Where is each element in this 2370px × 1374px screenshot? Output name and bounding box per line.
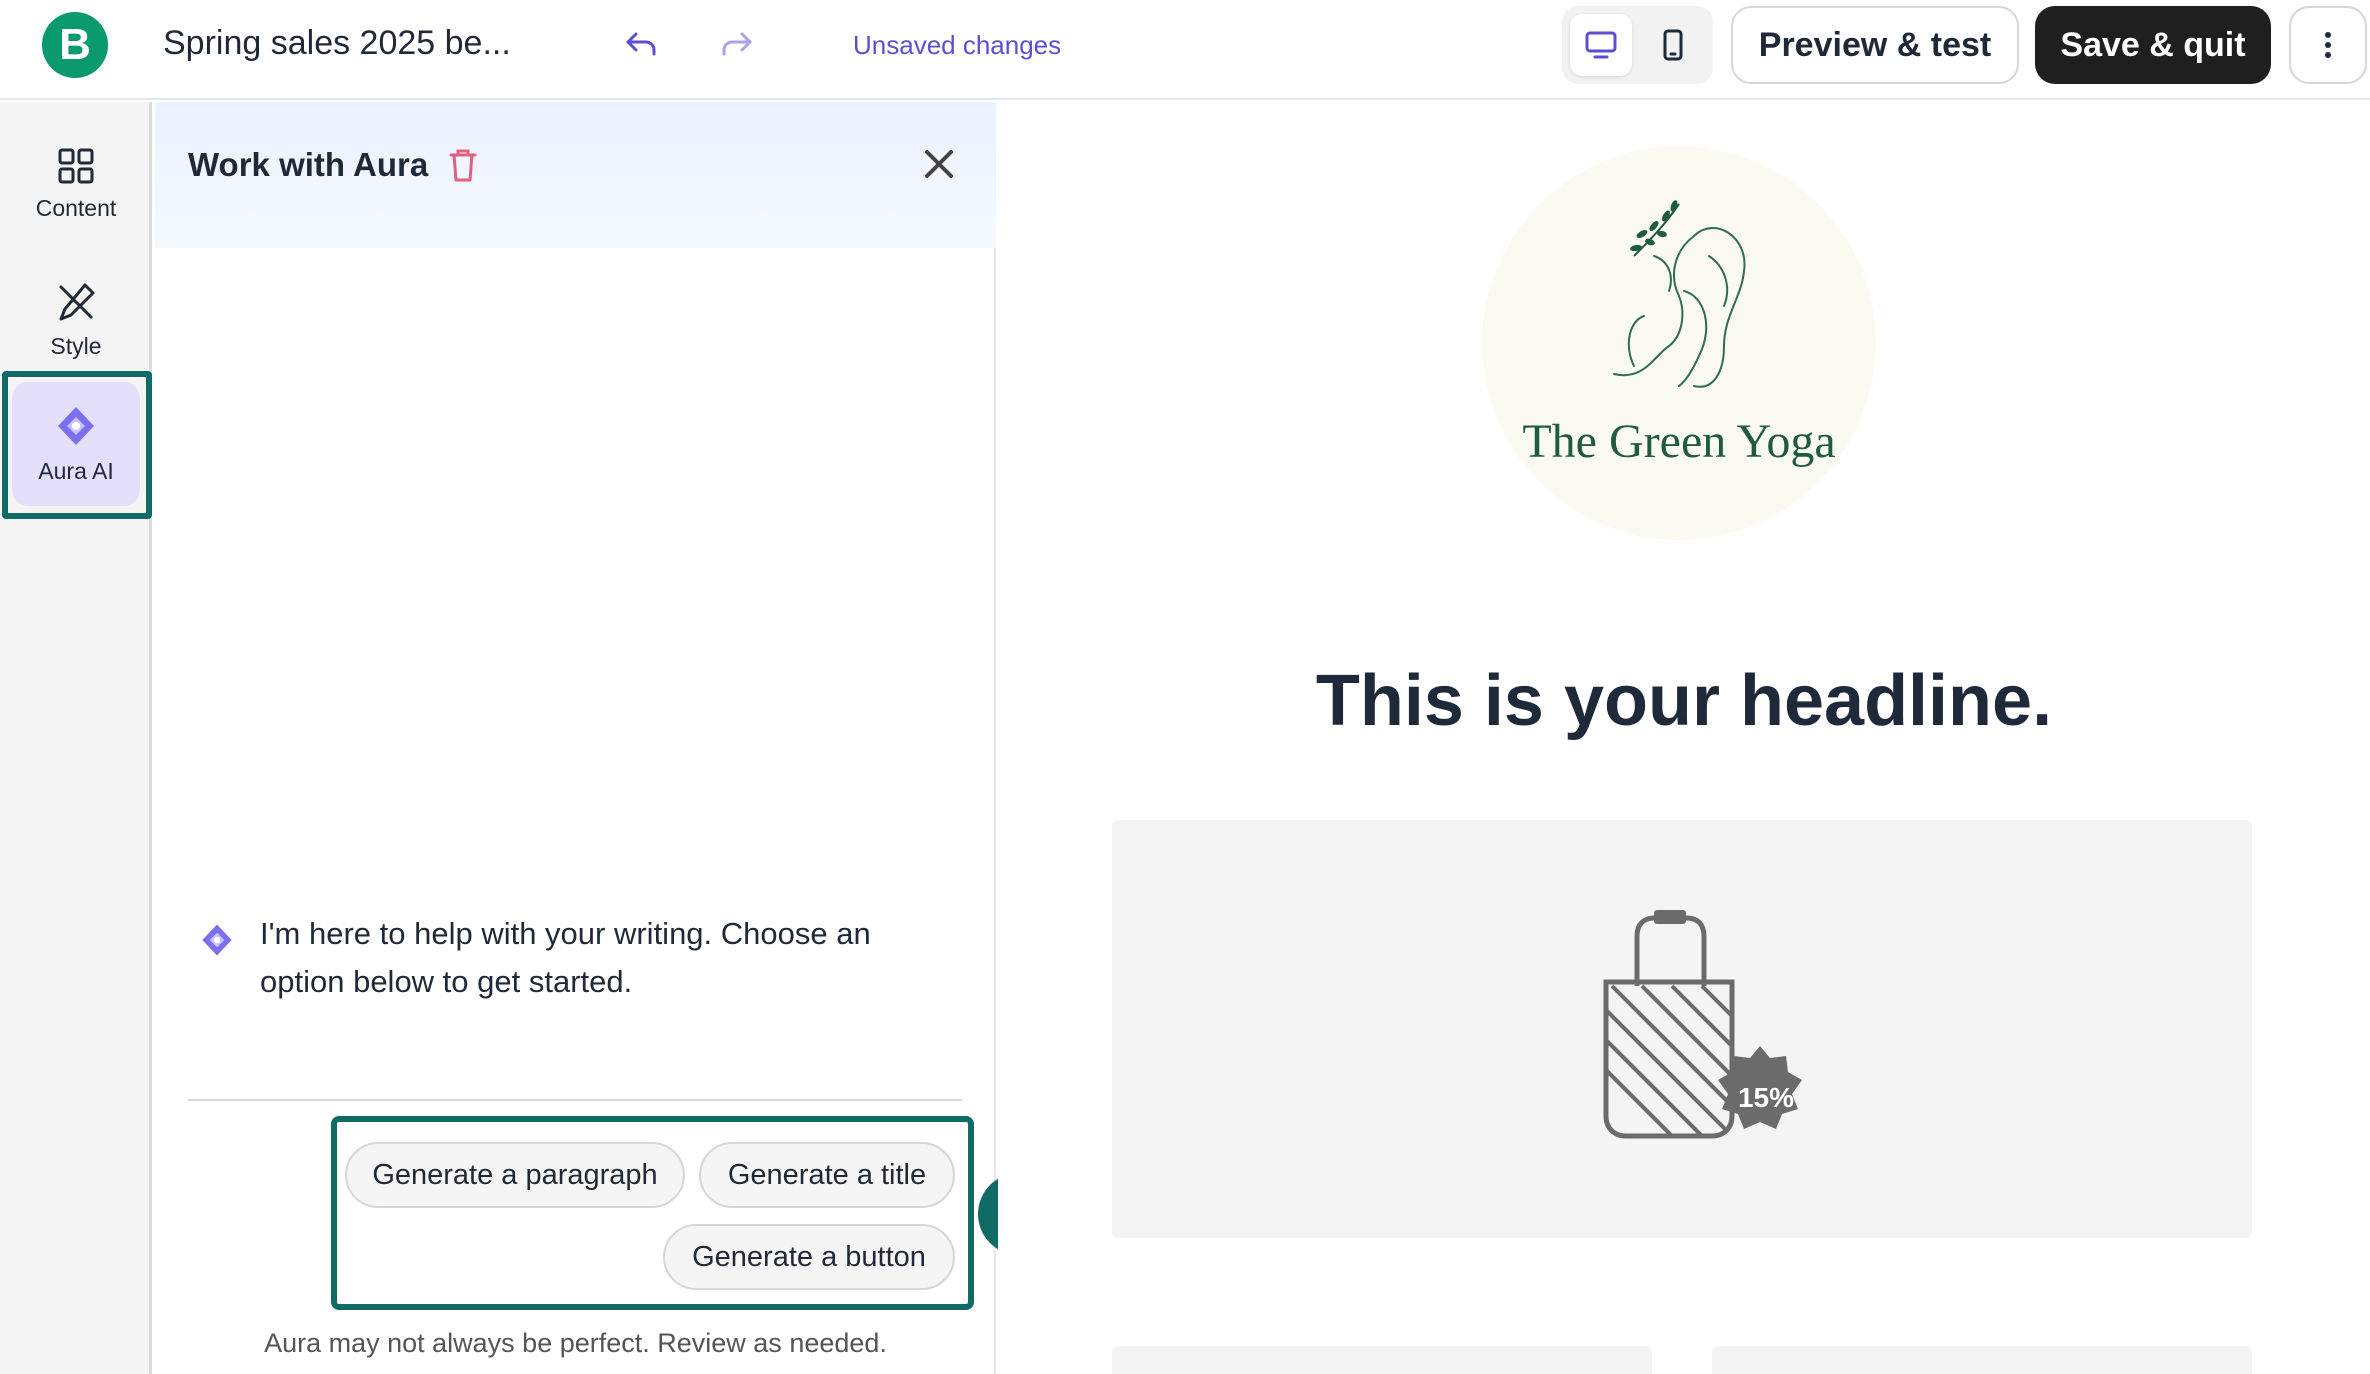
aura-sparkle-icon — [199, 922, 235, 958]
aura-panel-header: Work with Aura — [155, 102, 996, 248]
unsaved-status: Unsaved changes — [853, 30, 1062, 60]
left-rail: Content Style Aura AI — [0, 102, 152, 1374]
brevo-logo[interactable]: B — [42, 12, 108, 78]
brush-icon — [59, 283, 95, 320]
content-block-placeholder[interactable] — [1112, 1346, 1652, 1374]
more-vertical-icon — [2325, 32, 2331, 58]
desktop-icon — [1585, 31, 1617, 59]
email-headline[interactable]: This is your headline. — [998, 660, 2370, 742]
callout-highlight-aura-ai — [2, 371, 152, 519]
email-preview-canvas: The Green Yoga This is your headline. 15… — [998, 102, 2370, 1374]
undo-icon[interactable] — [622, 24, 662, 64]
device-toggle — [1562, 6, 1713, 84]
brand-logo-block[interactable]: The Green Yoga — [1482, 146, 1876, 540]
content-block-placeholder[interactable] — [1712, 1346, 2252, 1374]
close-icon[interactable] — [917, 142, 961, 186]
top-bar: B Spring sales 2025 be... Unsaved change… — [0, 0, 2370, 100]
image-placeholder-block[interactable]: 15% — [1112, 820, 2252, 1238]
yoga-figure-icon — [1613, 200, 1746, 388]
document-title[interactable]: Spring sales 2025 be... — [163, 24, 511, 63]
more-options-button[interactable] — [2289, 6, 2367, 84]
rail-item-style[interactable]: Style — [12, 258, 140, 382]
rail-item-label: Content — [35, 194, 117, 221]
redo-icon[interactable] — [716, 24, 756, 64]
grid-icon — [58, 148, 94, 183]
mobile-icon — [1663, 29, 1683, 61]
mobile-view-button[interactable] — [1642, 14, 1704, 76]
aura-panel: Work with Aura I'm here to help with you… — [155, 102, 996, 1374]
rail-item-label: Style — [50, 332, 102, 359]
discount-badge-label: 15% — [1737, 1082, 1795, 1113]
save-quit-button[interactable]: Save & quit — [2035, 6, 2271, 84]
ai-disclaimer: Aura may not always be perfect. Review a… — [264, 1328, 887, 1358]
trash-icon[interactable] — [445, 146, 481, 184]
divider — [188, 1099, 962, 1101]
brand-name: The Green Yoga — [1522, 415, 1836, 468]
panel-title: Work with Aura — [188, 146, 429, 183]
rail-item-content[interactable]: Content — [12, 122, 140, 246]
callout-highlight-generate-options — [331, 1116, 974, 1310]
preview-test-button[interactable]: Preview & test — [1731, 6, 2019, 84]
desktop-view-button[interactable] — [1570, 14, 1632, 76]
assistant-message: I'm here to help with your writing. Choo… — [260, 916, 871, 999]
